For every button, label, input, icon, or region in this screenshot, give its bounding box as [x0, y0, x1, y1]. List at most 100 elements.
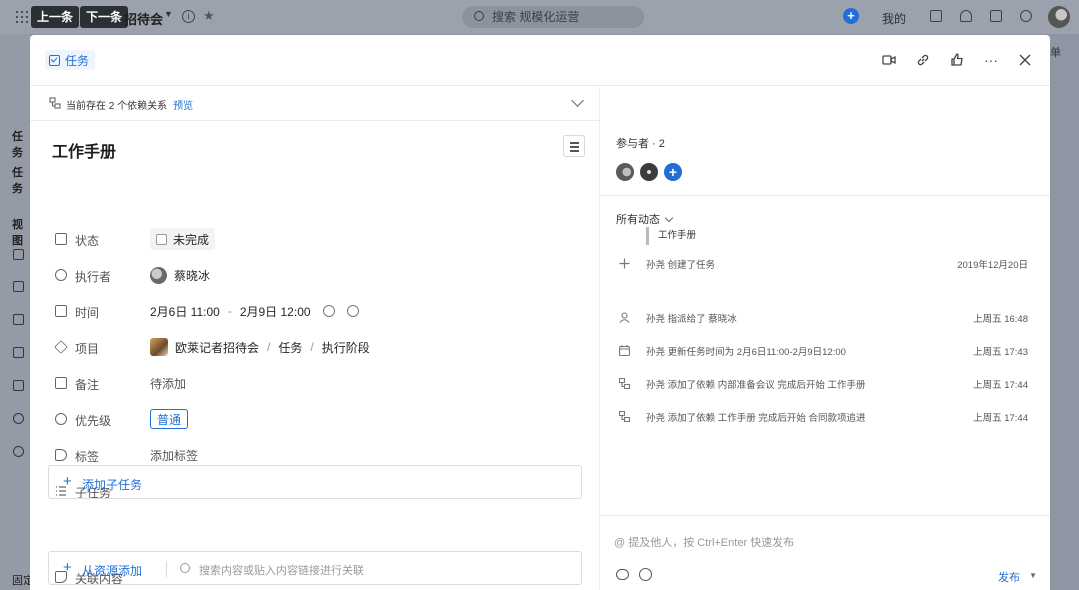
- dependency-count-text: 当前存在 2 个依赖关系: [66, 101, 168, 112]
- comment-composer: @ 提及他人，按 Ctrl+Enter 快速发布 发布 ▼: [601, 515, 1050, 590]
- dependency-icon: [619, 378, 630, 389]
- layout-toggle-button[interactable]: [563, 135, 585, 157]
- field-assignee: 执行者 蔡晓冰: [55, 264, 210, 286]
- message-icon[interactable]: [990, 10, 1002, 22]
- close-icon[interactable]: [1016, 51, 1034, 69]
- app-sidebar: 任务 任务 视图: [0, 34, 30, 590]
- caret-down-icon[interactable]: ▼: [1029, 571, 1037, 580]
- field-label: 执行者: [75, 270, 112, 284]
- status-toggle[interactable]: 未完成: [150, 228, 216, 250]
- field-time: 时间 2月6日 11:00 - 2月9日 12:00: [55, 300, 359, 322]
- help-icon[interactable]: [1020, 10, 1032, 22]
- plus-icon: [619, 258, 630, 269]
- sidebar-label: 任务: [12, 131, 23, 159]
- person-icon[interactable]: [13, 446, 24, 457]
- add-tag-button[interactable]: 添加标签: [150, 444, 198, 466]
- layers-icon: [54, 340, 68, 354]
- bell-icon[interactable]: [960, 10, 972, 22]
- repeat-icon[interactable]: [322, 305, 335, 317]
- user-icon[interactable]: [13, 413, 24, 424]
- create-plus-icon[interactable]: +: [843, 8, 859, 24]
- activity-item: 孙尧 创建了任务 2019年12月20日: [601, 254, 1050, 274]
- activity-item: 孙尧 更新任务时间为 2月6日11:00-2月9日12:00 上周五 17:43: [601, 341, 1050, 361]
- video-icon[interactable]: [880, 51, 898, 69]
- field-project: 项目 欧莱记者招待会 / 任务 / 执行阶段: [54, 336, 370, 358]
- comment-input[interactable]: @ 提及他人，按 Ctrl+Enter 快速发布: [614, 534, 794, 550]
- search-icon: [474, 11, 484, 21]
- check-icon[interactable]: [13, 380, 24, 391]
- dependency-preview-link[interactable]: 预览: [173, 101, 193, 112]
- background-text: 单: [1050, 47, 1061, 59]
- field-label: 状态: [75, 234, 100, 248]
- assignee-selector[interactable]: 蔡晓冰: [150, 264, 210, 286]
- prev-item-button[interactable]: 上一条: [31, 6, 80, 28]
- project-path[interactable]: 欧莱记者招待会 / 任务 / 执行阶段: [150, 336, 370, 358]
- participants-title: 参与者 · 2: [616, 138, 665, 150]
- field-status: 状态 未完成: [55, 228, 216, 250]
- field-label: 备注: [75, 378, 100, 392]
- thumbs-up-icon[interactable]: [948, 51, 966, 69]
- task-title[interactable]: 工作手册: [52, 138, 116, 162]
- field-priority: 优先级 普通: [55, 408, 189, 430]
- task-detail-modal: 任务 ··· 当前存在 2 个依赖关系 预览 工作手册 状态 未完成 执行者 蔡…: [30, 35, 1050, 590]
- related-search-input[interactable]: 搜索内容或贴入内容链接进行关联: [199, 562, 364, 578]
- project-title[interactable]: 招待会: [124, 9, 163, 28]
- activity-filter[interactable]: 所有动态: [616, 211, 674, 227]
- user-avatar[interactable]: [1048, 6, 1070, 28]
- calendar-icon[interactable]: [13, 314, 24, 325]
- note-input[interactable]: 待添加: [150, 372, 186, 394]
- dependency-bar[interactable]: 当前存在 2 个依赖关系 预览: [30, 87, 600, 121]
- end-time[interactable]: 2月9日 12:00: [240, 303, 311, 320]
- field-label: 优先级: [75, 414, 112, 428]
- alarm-icon[interactable]: [346, 305, 359, 317]
- project-group: 任务: [278, 340, 303, 355]
- more-icon[interactable]: ···: [982, 51, 1000, 69]
- publish-button[interactable]: 发布: [998, 569, 1020, 585]
- caret-down-icon[interactable]: ▼: [164, 9, 173, 19]
- calendar-icon: [55, 305, 67, 317]
- square-icon[interactable]: [13, 347, 24, 358]
- project-name: 欧莱记者招待会: [175, 340, 260, 355]
- star-icon[interactable]: ★: [203, 8, 215, 24]
- task-type-chip[interactable]: 任务: [45, 50, 96, 70]
- chevron-down-icon[interactable]: [571, 94, 584, 107]
- priority-selector[interactable]: 普通: [150, 409, 189, 429]
- calendar-icon[interactable]: [930, 10, 942, 22]
- project-thumbnail: [150, 338, 168, 356]
- start-time[interactable]: 2月6日 11:00: [150, 303, 220, 320]
- field-label: 时间: [75, 306, 100, 320]
- list-icon[interactable]: [13, 249, 24, 260]
- plus-icon: +: [63, 559, 72, 576]
- plus-icon: +: [63, 473, 72, 490]
- modal-header: 任务 ···: [30, 35, 1050, 86]
- apps-grid-icon[interactable]: [16, 11, 28, 23]
- avatar[interactable]: [640, 163, 658, 181]
- add-from-resource-button[interactable]: 从资源添加: [82, 562, 142, 579]
- checkbox-icon: [55, 233, 67, 245]
- field-tags: 标签 添加标签: [55, 444, 198, 466]
- emoji-icon[interactable]: [639, 568, 652, 581]
- calendar-icon: [619, 345, 630, 356]
- next-item-button[interactable]: 下一条: [80, 6, 129, 28]
- dependency-icon: [49, 97, 61, 109]
- sidebar-label: 视图: [12, 219, 23, 247]
- add-participant-icon[interactable]: +: [664, 163, 682, 181]
- info-icon[interactable]: i: [182, 10, 195, 23]
- activity-item: 孙尧 指派给了 蔡晓冰 上周五 16:48: [601, 308, 1050, 328]
- avatar: [150, 266, 167, 284]
- activity-item: 孙尧 添加了依赖 工作手册 完成后开始 合同款项追进 上周五 17:44: [601, 407, 1050, 427]
- field-note: 备注 待添加: [55, 372, 186, 394]
- field-label: 标签: [75, 450, 100, 464]
- link-icon[interactable]: [914, 51, 932, 69]
- mine-link[interactable]: 我的: [882, 10, 906, 27]
- task-detail-panel: 当前存在 2 个依赖关系 预览 工作手册 状态 未完成 执行者 蔡晓冰 时间 2…: [30, 87, 600, 590]
- note-icon: [55, 377, 67, 389]
- task-checkbox-icon: [49, 54, 60, 66]
- avatar[interactable]: [616, 163, 634, 181]
- attachment-icon[interactable]: [616, 569, 629, 580]
- add-subtask-button[interactable]: + 添加子任务: [48, 465, 582, 499]
- checkbox-icon: [156, 233, 167, 245]
- related-content-box: + 从资源添加 搜索内容或贴入内容链接进行关联: [48, 551, 582, 585]
- global-search[interactable]: 搜索 规模化运营: [462, 6, 644, 28]
- board-icon[interactable]: [13, 281, 24, 292]
